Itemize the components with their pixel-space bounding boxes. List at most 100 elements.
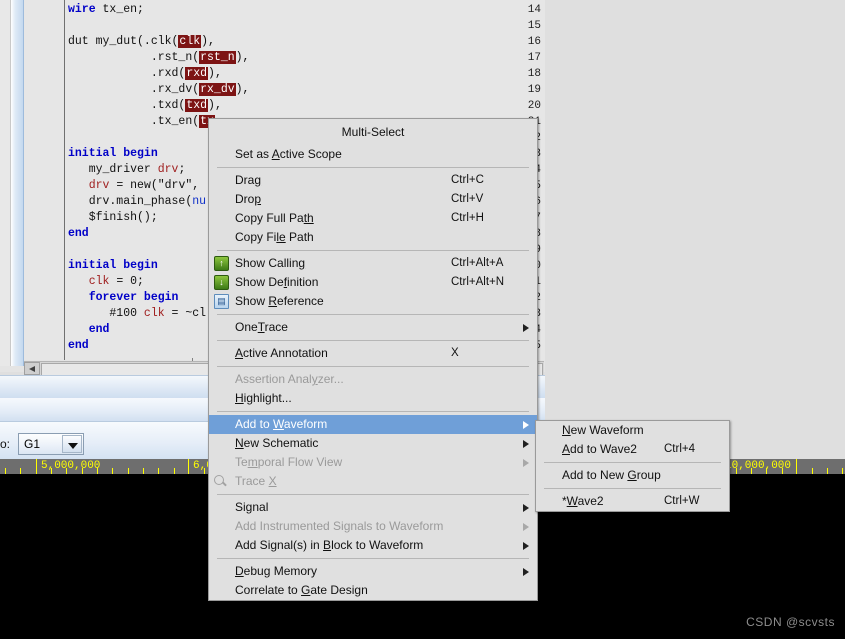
code-token: #100 [68,307,144,320]
menu-item-add-to-new-group[interactable]: Add to New Group [536,466,729,485]
menu-item-drop[interactable]: Drop Ctrl+V [209,190,537,209]
scroll-left-arrow[interactable] [24,362,40,375]
ruler-minor-tick [174,468,175,474]
code-line[interactable]: end [68,338,89,354]
code-line[interactable]: dut my_dut(.clk(clk), [68,34,215,50]
code-line[interactable]: end [68,322,110,338]
ruler-major-tick [36,459,37,474]
context-menu[interactable]: Multi-Select Set as Active Scope Drag Ctrl… [208,118,538,601]
menu-item-set-as-active-scope[interactable]: Set as Active Scope [209,145,537,164]
code-token: .rxd( [68,67,186,80]
show-calling-icon: ↑ [214,256,229,271]
code-line[interactable]: drv.main_phase(nu [68,194,206,210]
code-line[interactable]: .rx_dv(rx_dv), [68,82,249,98]
selected-signal[interactable]: rst_n [199,51,236,64]
code-token: clk [88,275,110,288]
menu-item-accelerator: Ctrl+Alt+N [451,276,505,288]
menu-separator [217,366,529,367]
code-token: drv [157,163,179,176]
code-line[interactable]: initial begin [68,146,158,162]
add-to-waveform-submenu[interactable]: New Waveform Add to Wave2 Ctrl+4 Add to New… [535,420,730,512]
selected-signal[interactable]: clk [178,35,202,48]
menu-item-show-calling[interactable]: ↑ Show Calling Ctrl+Alt+A [209,254,537,273]
submenu-arrow-icon [523,568,529,576]
menu-item-label: Debug Memory [235,564,318,578]
watermark: CSDN @scvsts [746,615,835,629]
code-token: end [88,323,110,336]
selected-signal[interactable]: rxd [185,67,209,80]
menu-item-show-definition[interactable]: ↓ Show Definition Ctrl+Alt+N [209,273,537,292]
submenu-arrow-icon [523,324,529,332]
menu-item-accelerator: Ctrl+W [664,495,700,507]
code-token: ), [201,35,215,48]
menu-item-active-annotation[interactable]: Active Annotation X [209,344,537,363]
code-line[interactable]: end [68,226,89,242]
menu-item-copy-file-path[interactable]: Copy File Path [209,228,537,247]
menu-item-add-signal-s-in-block-to-waveform[interactable]: Add Signal(s) in Block to Waveform [209,536,537,555]
menu-item-correlate-to-gate-design[interactable]: Correlate to Gate Design [209,581,537,600]
code-token: wire [68,3,103,16]
menu-item-label: OneTrace [235,320,288,334]
code-token: = ~cl [164,307,207,320]
menu-item-label: Signal [235,500,269,514]
menu-separator [217,558,529,559]
code-line[interactable]: $finish(); [68,210,158,226]
menu-item-highlight[interactable]: Highlight... [209,389,537,408]
menu-item-debug-memory[interactable]: Debug Memory [209,562,537,581]
menu-item-drag[interactable]: Drag Ctrl+C [209,171,537,190]
menu-item-add-to-wave2[interactable]: Add to Wave2 Ctrl+4 [536,440,729,459]
code-token: ), [235,51,250,64]
code-line[interactable]: forever begin [68,290,179,306]
line-number: 15 [527,20,541,32]
editor-fold-bar [11,0,24,366]
code-line[interactable]: initial begin [68,258,158,274]
code-line[interactable]: .tx_en(tx [68,114,215,130]
menu-item-label: Add to Waveform [235,417,328,431]
code-line[interactable]: clk = 0; [68,274,144,290]
code-token: ), [208,67,222,80]
menu-item-label: Set as Active Scope [235,147,342,161]
chevron-down-icon[interactable] [62,435,82,453]
code-line[interactable]: #100 clk = ~cl [68,306,206,322]
menu-item-label: Add to Wave2 [562,442,637,456]
selected-signal[interactable]: rx_dv [199,83,236,96]
code-token: = new("drv", [109,179,200,192]
group-selector-combobox[interactable]: G1 [18,433,84,455]
menu-item-accelerator: Ctrl+C [451,174,484,186]
menu-item-add-instrumented-signals-to-waveform: Add Instrumented Signals to Waveform [209,517,537,536]
line-number: 17 [527,52,541,64]
menu-item-copy-full-path[interactable]: Copy Full Path Ctrl+H [209,209,537,228]
menu-item-label: Show Reference [235,294,324,308]
code-line[interactable]: .rxd(rxd), [68,66,222,82]
menu-separator [217,314,529,315]
code-line[interactable]: my_driver drv; [68,162,186,178]
code-token: nu [192,195,207,208]
editor-annotation-rail [0,0,11,366]
menu-item-temporal-flow-view: Temporal Flow View [209,453,537,472]
menu-item-label: Show Calling [235,256,306,270]
menu-item-wave2[interactable]: *Wave2 Ctrl+W [536,492,729,511]
menu-item-new-schematic[interactable]: New Schematic [209,434,537,453]
menu-separator [217,411,529,412]
menu-item-accelerator: Ctrl+H [451,212,484,224]
submenu-arrow-icon [523,504,529,512]
show-definition-icon: ↓ [214,275,229,290]
ruler-minor-tick [827,468,828,474]
menu-item-new-waveform[interactable]: New Waveform [536,421,729,440]
menu-item-add-to-waveform[interactable]: Add to Waveform [209,415,537,434]
code-line[interactable]: .rst_n(rst_n), [68,50,249,66]
submenu-arrow-icon [523,523,529,531]
menu-item-signal[interactable]: Signal [209,498,537,517]
menu-item-label: Show Definition [235,275,319,289]
menu-item-show-reference[interactable]: ▤ Show Reference [209,292,537,311]
menu-item-onetrace[interactable]: OneTrace [209,318,537,337]
submenu-arrow-icon [523,459,529,467]
line-number: 19 [527,84,541,96]
code-line[interactable]: .txd(txd), [68,98,222,114]
code-line[interactable]: wire tx_en; [68,2,144,18]
code-line[interactable]: drv = new("drv", [68,178,199,194]
selected-signal[interactable]: txd [185,99,209,112]
